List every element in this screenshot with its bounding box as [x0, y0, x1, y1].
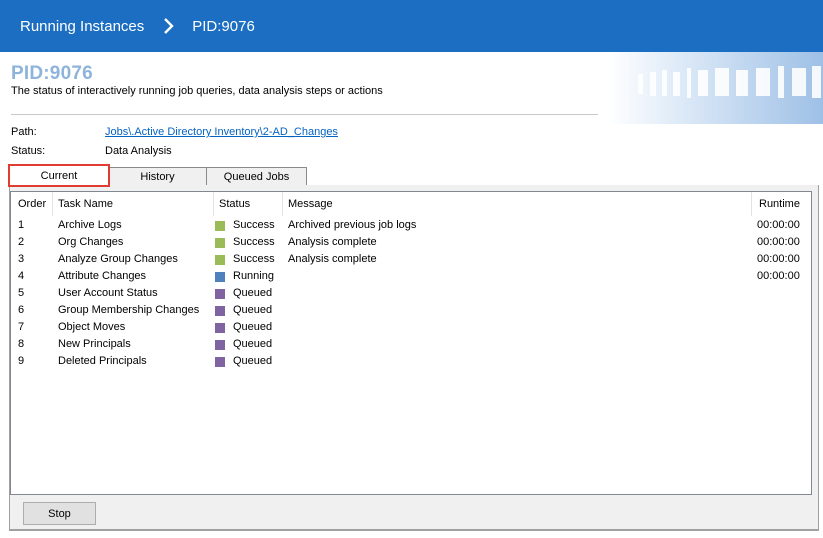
- status-cell: Queued: [215, 353, 272, 370]
- status-color-indicator: [215, 220, 225, 231]
- stop-button[interactable]: Stop: [23, 502, 96, 525]
- status-label: Status:: [11, 145, 46, 157]
- table-row[interactable]: 8 New Principals Queued: [11, 336, 811, 353]
- status-color-indicator: [215, 271, 225, 282]
- status-color-indicator: [215, 288, 225, 299]
- runtime-cell: 00:00:00: [757, 253, 800, 265]
- status-color-indicator: [215, 356, 225, 367]
- table-row[interactable]: 5 User Account Status Queued: [11, 285, 811, 302]
- header-banner-graphic: [608, 52, 823, 124]
- order-cell: 6: [18, 304, 25, 316]
- task-name-cell: Group Membership Changes: [58, 304, 200, 316]
- column-header-task-name[interactable]: Task Name: [51, 192, 214, 216]
- table-row[interactable]: 9 Deleted Principals Queued: [11, 353, 811, 370]
- tab-current[interactable]: Current: [8, 164, 110, 187]
- table-row[interactable]: 7 Object Moves Queued: [11, 319, 811, 336]
- status-cell: Queued: [215, 285, 272, 302]
- table-row[interactable]: 2 Org Changes Success Analysis complete 00:0…: [11, 234, 811, 251]
- tab-history-label: History: [140, 171, 175, 183]
- task-name-cell: Analyze Group Changes: [58, 253, 178, 265]
- task-name-cell: Org Changes: [58, 236, 124, 248]
- status-text: Success: [233, 219, 275, 231]
- job-status-value: Data Analysis: [105, 145, 172, 157]
- column-header-runtime[interactable]: Runtime: [751, 192, 811, 216]
- task-name-cell: New Principals: [58, 338, 131, 350]
- task-name-cell: Deleted Principals: [58, 355, 147, 367]
- chevron-right-icon: [154, 18, 184, 34]
- status-cell: Running: [215, 268, 274, 285]
- order-cell: 7: [18, 321, 25, 333]
- status-text: Queued: [233, 321, 273, 333]
- path-label: Path:: [11, 126, 37, 138]
- status-color-indicator: [215, 254, 225, 265]
- table-row[interactable]: 3 Analyze Group Changes Success Analysis co…: [11, 251, 811, 268]
- order-cell: 2: [18, 236, 25, 248]
- task-list-table[interactable]: Order Task Name Status Message Runtime 1…: [10, 191, 812, 495]
- status-cell: Queued: [215, 336, 272, 353]
- task-name-cell: Object Moves: [58, 321, 126, 333]
- status-text: Success: [233, 253, 275, 265]
- order-cell: 8: [18, 338, 25, 350]
- table-header: Order Task Name Status Message Runtime: [11, 192, 811, 216]
- table-row[interactable]: 4 Attribute Changes Running 00:00:00: [11, 268, 811, 285]
- tab-history[interactable]: History: [108, 167, 207, 186]
- status-cell: Queued: [215, 319, 272, 336]
- task-name-cell: Archive Logs: [58, 219, 122, 231]
- task-name-cell: User Account Status: [58, 287, 158, 299]
- status-cell: Success: [215, 234, 275, 251]
- message-cell: Archived previous job logs: [288, 219, 417, 231]
- status-text: Queued: [233, 304, 273, 316]
- status-color-indicator: [215, 339, 225, 350]
- order-cell: 5: [18, 287, 25, 299]
- message-cell: Analysis complete: [288, 236, 377, 248]
- page-header: PID:9076 The status of interactively run…: [0, 52, 823, 124]
- order-cell: 4: [18, 270, 25, 282]
- status-cell: Success: [215, 217, 275, 234]
- top-navigation-bar: Running Instances PID:9076: [0, 0, 823, 52]
- order-cell: 3: [18, 253, 25, 265]
- page-description: The status of interactively running job …: [11, 85, 383, 97]
- breadcrumb-running-instances[interactable]: Running Instances: [20, 18, 144, 35]
- status-cell: Success: [215, 251, 275, 268]
- message-cell: Analysis complete: [288, 253, 377, 265]
- status-text: Running: [233, 270, 274, 282]
- runtime-cell: 00:00:00: [757, 219, 800, 231]
- order-cell: 9: [18, 355, 25, 367]
- status-text: Queued: [233, 287, 273, 299]
- tab-queued-jobs-label: Queued Jobs: [223, 171, 290, 183]
- status-cell: Queued: [215, 302, 272, 319]
- table-row[interactable]: 6 Group Membership Changes Queued: [11, 302, 811, 319]
- header-divider: [11, 114, 598, 115]
- status-text: Queued: [233, 338, 273, 350]
- status-color-indicator: [215, 237, 225, 248]
- status-text: Queued: [233, 355, 273, 367]
- column-header-order[interactable]: Order: [11, 192, 53, 216]
- column-header-message[interactable]: Message: [281, 192, 752, 216]
- breadcrumb-current-pid: PID:9076: [192, 17, 255, 35]
- order-cell: 1: [18, 219, 25, 231]
- page-title: PID:9076: [11, 63, 93, 84]
- job-path-link[interactable]: Jobs\.Active Directory Inventory\2-AD_Ch…: [105, 126, 338, 138]
- task-name-cell: Attribute Changes: [58, 270, 147, 282]
- status-color-indicator: [215, 305, 225, 316]
- tab-queued-jobs[interactable]: Queued Jobs: [206, 167, 307, 186]
- runtime-cell: 00:00:00: [757, 270, 800, 282]
- panel-bottom-border: [9, 530, 819, 531]
- column-header-status[interactable]: Status: [212, 192, 283, 216]
- table-row[interactable]: 1 Archive Logs Success Archived previous jo…: [11, 217, 811, 234]
- status-color-indicator: [215, 322, 225, 333]
- tab-current-label: Current: [40, 169, 78, 182]
- runtime-cell: 00:00:00: [757, 236, 800, 248]
- status-text: Success: [233, 236, 275, 248]
